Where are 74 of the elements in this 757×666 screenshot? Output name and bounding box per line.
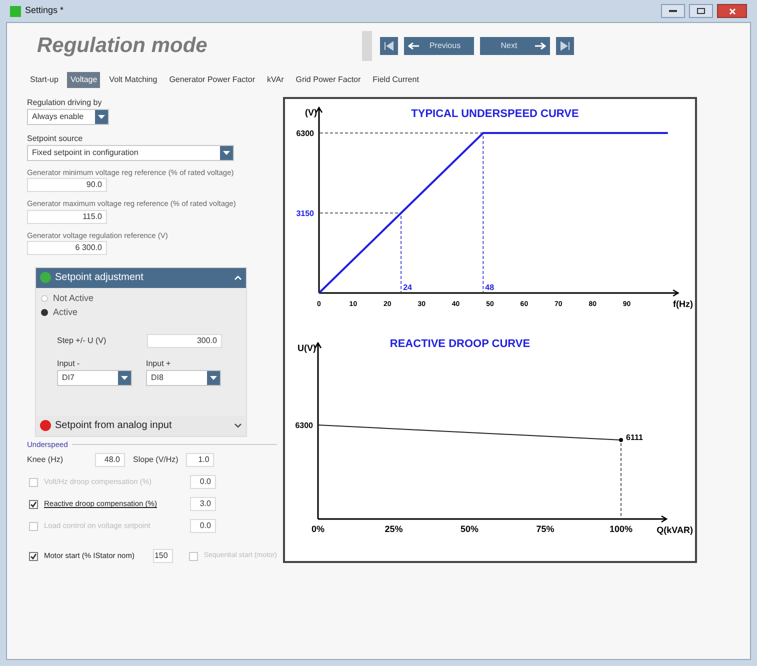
- number-field[interactable]: 3.0: [190, 497, 216, 511]
- guide-label: 48: [485, 283, 494, 292]
- section-header[interactable]: Setpoint adjustment: [36, 268, 246, 288]
- field-label: Setpoint source: [27, 133, 84, 145]
- last-page-button[interactable]: [556, 37, 574, 55]
- arrow-right-icon: [534, 42, 546, 50]
- x-axis-label: f(Hz): [673, 299, 693, 309]
- field-label: Regulation driving by: [27, 97, 103, 109]
- number-field[interactable]: 300.0: [147, 334, 222, 348]
- skip-forward-icon: [560, 41, 570, 51]
- minimize-button[interactable]: [661, 4, 685, 18]
- arrow-left-icon: [408, 42, 420, 50]
- caret-icon: [95, 110, 108, 124]
- number-field[interactable]: 150: [153, 549, 173, 563]
- window-title: Settings *: [25, 4, 64, 18]
- close-button[interactable]: [717, 4, 747, 18]
- tab[interactable]: Generator Power Factor: [166, 72, 258, 88]
- regulation-dropdown[interactable]: Always enable: [27, 109, 109, 125]
- app-icon: [10, 6, 21, 16]
- checkbox[interactable]: [29, 552, 38, 560]
- tab[interactable]: Voltage: [67, 72, 100, 88]
- field-label: Input +: [146, 358, 172, 370]
- tab[interactable]: Grid Power Factor: [292, 72, 364, 88]
- tab[interactable]: Volt Matching: [106, 72, 160, 88]
- tab[interactable]: Field Current: [370, 72, 422, 88]
- y-tick-label: 3150: [296, 209, 314, 218]
- number-field[interactable]: 90.0: [27, 178, 107, 192]
- next-button[interactable]: Next: [480, 37, 550, 55]
- y-axis-label: U(V): [298, 343, 316, 353]
- y-axis-label: (V): [305, 108, 317, 118]
- skip-back-icon: [384, 41, 394, 51]
- radio-button[interactable]: [41, 309, 48, 316]
- caret-icon: [220, 146, 233, 160]
- number-field[interactable]: 115.0: [27, 210, 107, 224]
- radio-button[interactable]: [41, 295, 48, 302]
- number-field[interactable]: 48.0: [95, 453, 125, 467]
- data-point: [619, 438, 623, 442]
- radio-label: Not Active: [53, 292, 94, 305]
- number-field[interactable]: 1.0: [186, 453, 214, 467]
- field-label: Slope (V/Hz): [133, 454, 178, 466]
- chart-title: REACTIVE DROOP CURVE: [390, 338, 530, 350]
- input-dropdown[interactable]: DI8: [146, 370, 221, 386]
- page-title: Regulation mode: [37, 33, 208, 60]
- guide-label: 24: [403, 283, 412, 292]
- field-label: Input -: [57, 358, 81, 370]
- number-field[interactable]: 6 300.0: [27, 240, 107, 255]
- tab[interactable]: kVAr: [264, 72, 287, 88]
- field-label: Step +/- U (V): [57, 334, 108, 347]
- nav-grip: [362, 31, 372, 61]
- y-tick-label: 6300: [296, 128, 314, 138]
- close-icon: [728, 8, 736, 14]
- caret-icon: [118, 370, 131, 385]
- x-tick-label: 75%: [536, 524, 554, 534]
- tab[interactable]: Start-up: [27, 72, 62, 88]
- chart-title: TYPICAL UNDERSPEED CURVE: [411, 108, 579, 120]
- x-tick-label: 50%: [460, 524, 478, 534]
- first-page-button[interactable]: [380, 37, 398, 55]
- x-axis-label: Q(kVAR): [656, 525, 693, 535]
- field-label: Knee (Hz): [27, 454, 64, 466]
- value-label: 6111: [626, 433, 643, 442]
- input-dropdown[interactable]: DI7: [57, 370, 132, 386]
- setpoint-source-dropdown[interactable]: Fixed setpoint in configuration: [27, 145, 234, 161]
- section-title: Setpoint from analog input: [55, 419, 173, 434]
- section-header[interactable]: Setpoint from analog input: [36, 416, 246, 436]
- previous-button[interactable]: Previous: [404, 37, 474, 55]
- section-title: Setpoint adjustment: [55, 271, 144, 286]
- x-tick-label: 0%: [312, 524, 324, 534]
- x-tick-label: 100%: [609, 524, 633, 534]
- maximize-button[interactable]: [689, 4, 713, 18]
- radio-label: Active: [53, 306, 78, 319]
- caret-icon: [207, 370, 220, 385]
- x-tick-label: 25%: [384, 524, 403, 534]
- checkbox[interactable]: [29, 500, 38, 508]
- value-label: 6300: [295, 421, 313, 430]
